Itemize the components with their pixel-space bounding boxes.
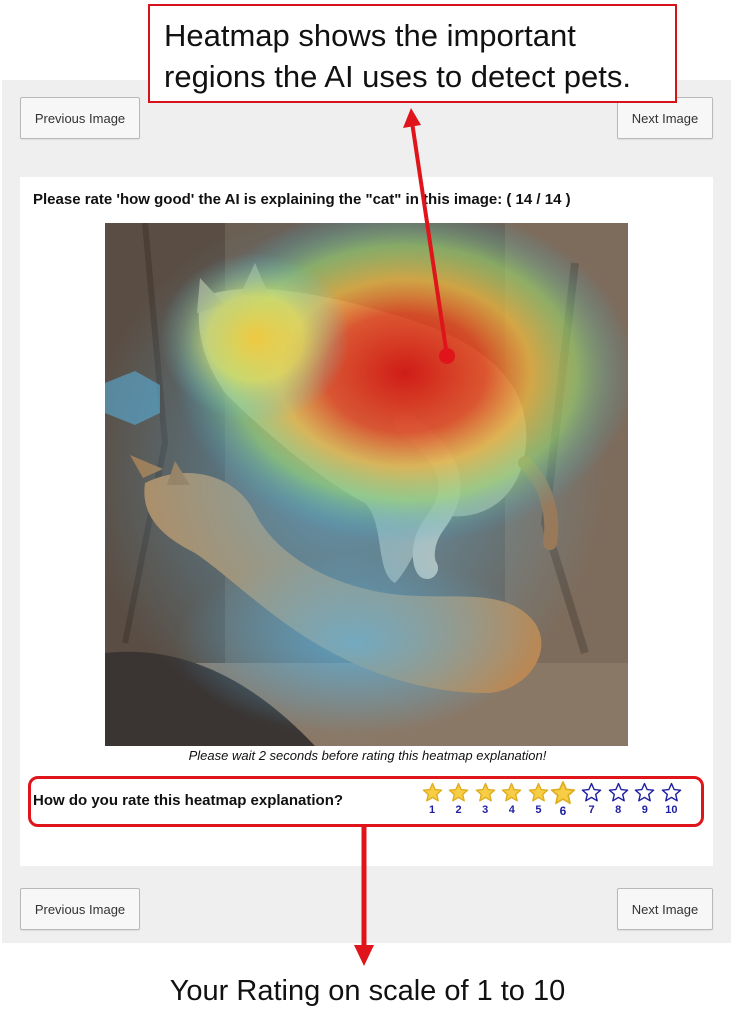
heatmap-callout: Heatmap shows the important regions the … xyxy=(148,4,677,103)
next-image-button-top[interactable]: Next Image xyxy=(617,97,713,139)
rating-question-title: Please rate 'how good' the AI is explain… xyxy=(33,191,571,208)
rating-caption: Your Rating on scale of 1 to 10 xyxy=(169,975,566,1007)
caption-arrow-head xyxy=(354,945,374,966)
next-image-button-bottom[interactable]: Next Image xyxy=(617,888,713,930)
previous-image-button-bottom[interactable]: Previous Image xyxy=(20,888,140,930)
callout-line-2: regions the AI uses to detect pets. xyxy=(164,59,632,94)
wait-note: Please wait 2 seconds before rating this… xyxy=(188,748,547,763)
rating-highlight-box xyxy=(28,776,704,827)
previous-image-button-top[interactable]: Previous Image xyxy=(20,97,140,139)
callout-line-1: Heatmap shows the important xyxy=(164,18,576,53)
heatmap-image xyxy=(105,223,628,746)
